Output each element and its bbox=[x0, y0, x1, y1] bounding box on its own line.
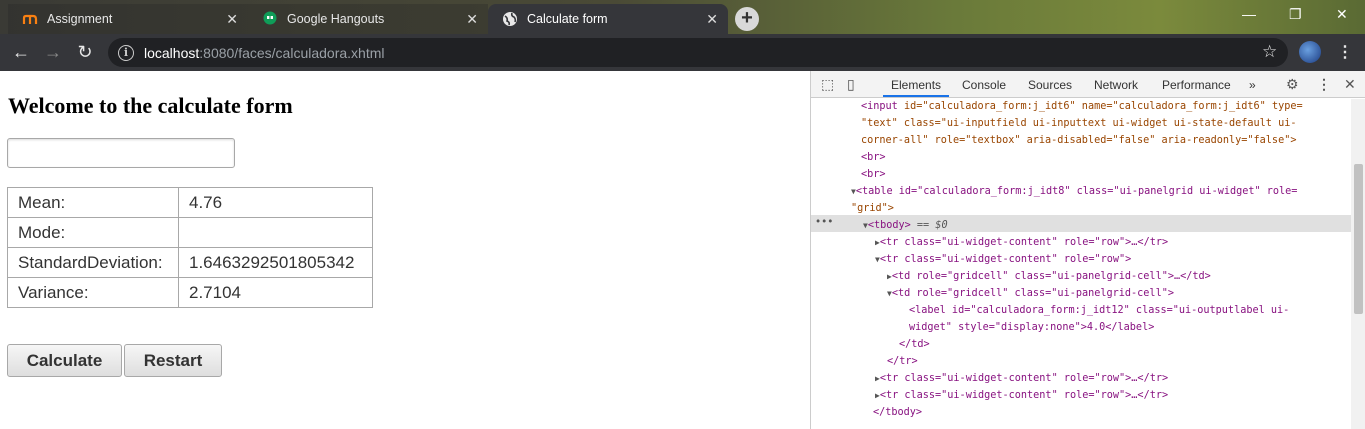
tab-sources[interactable]: Sources bbox=[1028, 78, 1072, 92]
tab-console[interactable]: Console bbox=[962, 78, 1006, 92]
active-tab-indicator bbox=[883, 95, 949, 97]
close-icon[interactable]: ✕ bbox=[706, 12, 718, 26]
restore-icon[interactable]: ❐ bbox=[1289, 6, 1302, 23]
bookmark-star-icon[interactable]: ☆ bbox=[1262, 42, 1277, 62]
calculate-button[interactable]: Calculate bbox=[7, 344, 122, 377]
result-value: 1.6463292501805342 bbox=[178, 247, 373, 278]
devtools-scrollbar[interactable] bbox=[1351, 99, 1365, 429]
browser-toolbar: ← → ↻ i localhost:8080/faces/calculadora… bbox=[0, 34, 1365, 71]
dom-line[interactable]: <input id="calculadora_form:j_idt6" name… bbox=[861, 99, 1303, 116]
tab-assignment[interactable]: Assignment ✕ bbox=[8, 4, 248, 34]
row-ellipsis-icon[interactable]: ••• bbox=[815, 215, 833, 232]
forward-icon[interactable]: → bbox=[42, 41, 64, 63]
dom-line-table[interactable]: ▼<table id="calculadora_form:j_idt8" cla… bbox=[851, 184, 1297, 201]
close-window-icon[interactable]: ✕ bbox=[1336, 6, 1348, 23]
devtools-panel: ⬚ ▯ Elements Console Sources Network Per… bbox=[810, 71, 1365, 429]
dom-line[interactable]: ▼<tr class="ui-widget-content" role="row… bbox=[875, 252, 1131, 269]
inspect-element-icon[interactable]: ⬚ bbox=[821, 76, 834, 93]
table-row: StandardDeviation: 1.6463292501805342 bbox=[7, 247, 373, 278]
numbers-input[interactable] bbox=[7, 138, 235, 168]
device-toolbar-icon[interactable]: ▯ bbox=[847, 76, 855, 93]
dom-line[interactable]: ▶<tr class="ui-widget-content" role="row… bbox=[875, 371, 1168, 388]
devtools-tabbar: ⬚ ▯ Elements Console Sources Network Per… bbox=[811, 71, 1365, 98]
settings-gear-icon[interactable]: ⚙ bbox=[1286, 76, 1299, 93]
tab-elements[interactable]: Elements bbox=[891, 78, 941, 92]
dom-line-tbody[interactable]: ▼<tbody> == $0 bbox=[863, 218, 948, 235]
new-tab-button[interactable]: + bbox=[735, 7, 759, 31]
devtools-close-icon[interactable]: ✕ bbox=[1344, 76, 1356, 93]
menu-icon[interactable]: ⋮ bbox=[1337, 42, 1353, 62]
result-label: Mode: bbox=[7, 217, 179, 248]
close-icon[interactable]: ✕ bbox=[226, 12, 238, 26]
result-label: Mean: bbox=[7, 187, 179, 218]
dom-line[interactable]: widget" style="display:none">4.0</label> bbox=[909, 320, 1154, 337]
scrollbar-thumb[interactable] bbox=[1354, 164, 1363, 314]
profile-avatar[interactable] bbox=[1299, 41, 1321, 63]
results-table: Mean: 4.76 Mode: StandardDeviation: 1.64… bbox=[7, 187, 373, 308]
dom-line[interactable]: ▼<td role="gridcell" class="ui-panelgrid… bbox=[887, 286, 1174, 303]
dom-line[interactable]: ▶<tr class="ui-widget-content" role="row… bbox=[875, 388, 1168, 405]
tab-label: Calculate form bbox=[527, 12, 608, 26]
reload-icon[interactable]: ↻ bbox=[74, 41, 96, 63]
tab-calculate-form[interactable]: Calculate form ✕ bbox=[488, 4, 728, 34]
dom-line[interactable]: </tbody> bbox=[873, 405, 922, 422]
url-host: localhost bbox=[144, 44, 200, 61]
dom-line[interactable]: <label id="calculadora_form:j_idt12" cla… bbox=[909, 303, 1289, 320]
result-value: 2.7104 bbox=[178, 277, 373, 308]
tab-google-hangouts[interactable]: Google Hangouts ✕ bbox=[248, 4, 488, 34]
url-path: :8080/faces/calculadora.xhtml bbox=[199, 44, 385, 61]
tab-label: Assignment bbox=[47, 12, 113, 26]
dom-line[interactable]: corner-all" role="textbox" aria-disabled… bbox=[861, 133, 1296, 150]
hangouts-icon bbox=[262, 11, 278, 27]
tab-network[interactable]: Network bbox=[1094, 78, 1138, 92]
devtools-menu-icon[interactable]: ⋮ bbox=[1317, 76, 1331, 93]
result-value bbox=[178, 217, 373, 248]
tab-label: Google Hangouts bbox=[287, 12, 385, 26]
dom-line[interactable]: "text" class="ui-inputfield ui-inputtext… bbox=[861, 116, 1296, 133]
info-icon[interactable]: i bbox=[118, 44, 134, 61]
globe-icon bbox=[502, 11, 518, 27]
dom-line[interactable]: <br> bbox=[861, 150, 886, 167]
result-label: StandardDeviation: bbox=[7, 247, 179, 278]
dom-line[interactable]: </tr> bbox=[887, 354, 918, 371]
dom-tree[interactable]: ••• <input id="calculadora_form:j_idt6" … bbox=[811, 99, 1351, 429]
tab-performance[interactable]: Performance bbox=[1162, 78, 1231, 92]
tab-strip: Assignment ✕ Google Hangouts ✕ Calculate… bbox=[0, 0, 1365, 34]
table-row: Variance: 2.7104 bbox=[7, 277, 373, 308]
result-label: Variance: bbox=[7, 277, 179, 308]
dom-line[interactable]: "grid"> bbox=[851, 201, 894, 218]
restart-button[interactable]: Restart bbox=[124, 344, 222, 377]
dom-line[interactable]: ▶<tr class="ui-widget-content" role="row… bbox=[875, 235, 1168, 252]
moodle-icon bbox=[22, 11, 38, 27]
dom-line[interactable]: </td> bbox=[899, 337, 930, 354]
page-title: Welcome to the calculate form bbox=[8, 93, 293, 118]
table-row: Mode: bbox=[7, 217, 373, 248]
address-bar[interactable]: i localhost:8080/faces/calculadora.xhtml bbox=[108, 38, 1288, 67]
more-tabs-button[interactable]: » bbox=[1249, 78, 1256, 92]
result-value: 4.76 bbox=[178, 187, 373, 218]
page-content: Welcome to the calculate form Mean: 4.76… bbox=[0, 71, 810, 429]
dom-line[interactable]: ▶<td role="gridcell" class="ui-panelgrid… bbox=[887, 269, 1211, 286]
close-icon[interactable]: ✕ bbox=[466, 12, 478, 26]
dom-line[interactable]: <br> bbox=[861, 167, 886, 184]
minimize-icon[interactable]: — bbox=[1242, 6, 1256, 22]
back-icon[interactable]: ← bbox=[10, 41, 32, 63]
table-row: Mean: 4.76 bbox=[7, 187, 373, 218]
